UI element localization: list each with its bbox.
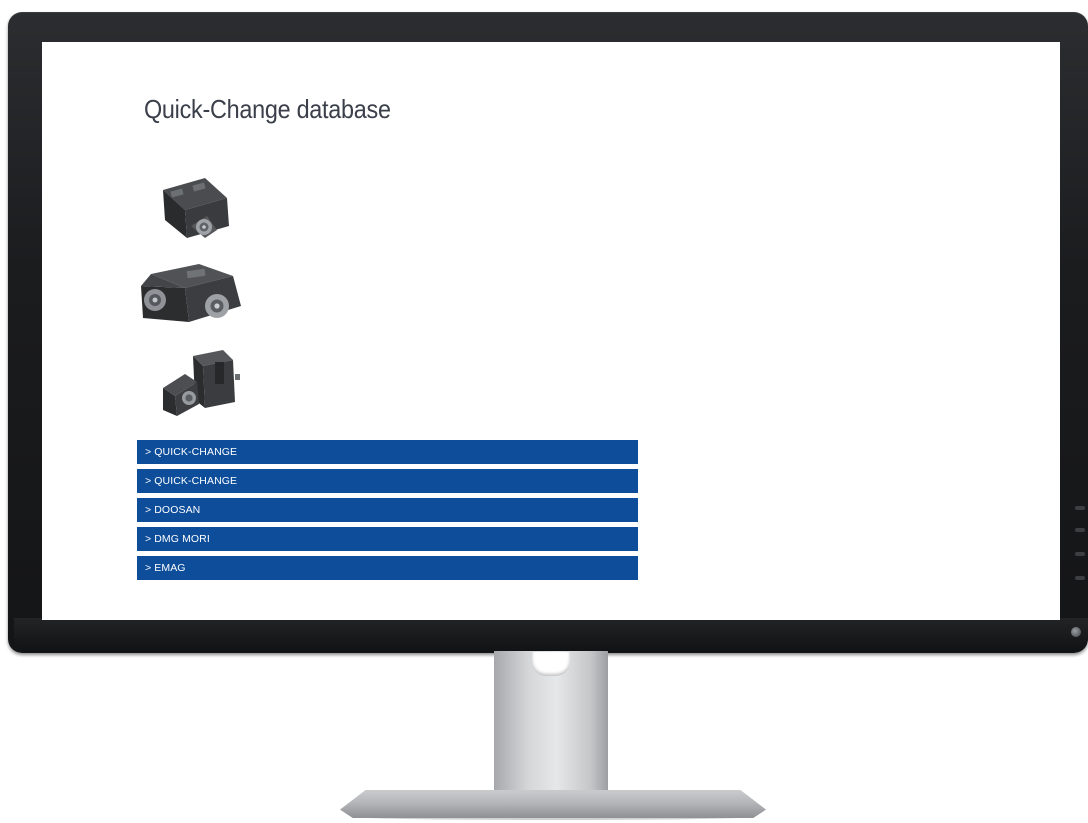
tool-holder-icon [141,264,241,322]
monitor-side-button[interactable] [1075,528,1085,532]
product-image-quick-change-straight[interactable] [157,176,233,248]
tool-holder-icon [163,350,240,416]
product-image-quick-change-double[interactable] [137,262,247,334]
tool-holder-icon [163,178,229,238]
link-quick-change[interactable]: > QUICK-CHANGE [137,469,638,493]
monitor-side-button[interactable] [1075,552,1085,556]
monitor-bezel-bottom [14,618,1088,652]
monitor-screen: Quick-Change database > QUICK-CHANGE > Q… [42,42,1060,620]
link-emag[interactable]: > EMAG [137,556,638,580]
page-title: Quick-Change database [144,94,391,124]
monitor-side-button[interactable] [1075,576,1085,580]
link-quick-change[interactable]: > QUICK-CHANGE [137,440,638,464]
monitor-side-button[interactable] [1075,506,1085,510]
cable-management-hole [532,652,570,676]
product-image-quick-change-angled[interactable] [157,348,243,418]
link-doosan[interactable]: > DOOSAN [137,498,638,522]
monitor-stand-base [340,790,766,818]
manufacturer-link-list: > QUICK-CHANGE > QUICK-CHANGE > DOOSAN >… [137,440,638,585]
power-button-icon[interactable] [1071,627,1081,637]
link-dmg-mori[interactable]: > DMG MORI [137,527,638,551]
monitor-frame: Quick-Change database > QUICK-CHANGE > Q… [0,0,1088,823]
